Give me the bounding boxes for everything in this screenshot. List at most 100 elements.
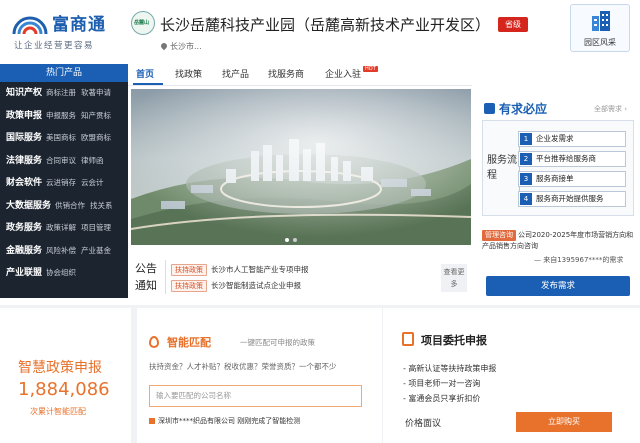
category-sub-link[interactable]: 协会组织 — [46, 268, 76, 277]
request-icon — [484, 103, 495, 114]
location-pin-icon — [159, 41, 169, 51]
category-row[interactable]: 政策申报 申报服务 知产贯标 — [0, 105, 128, 128]
category-sub-link[interactable]: 商标注册 — [46, 88, 76, 97]
category-main[interactable]: 金融服务 — [6, 246, 42, 256]
category-sub-link[interactable]: 软著申请 — [81, 88, 111, 97]
category-main[interactable]: 国际服务 — [6, 133, 42, 143]
logo-text: 富商通 — [52, 15, 106, 35]
nav-enterprise-join[interactable]: 企业入驻 — [325, 67, 361, 80]
category-sub-link[interactable]: 欧盟商标 — [81, 133, 111, 142]
buy-now-button[interactable]: 立即购买 — [516, 412, 612, 432]
flow-step-number: 2 — [520, 153, 532, 165]
category-row[interactable]: 大数据服务 供销合作 找关系 — [0, 195, 128, 218]
site-header: 富商通 让企业经营更容易 岳麓山 长沙岳麓科技产业园（岳麓高新技术产业开发区） … — [0, 0, 640, 62]
park-location: 长沙市... — [159, 41, 202, 52]
notice-item[interactable]: 扶持政策 长沙市人工智能产业专项申报 — [171, 264, 309, 276]
location-text: 长沙市... — [170, 42, 202, 51]
building-icon — [592, 11, 610, 31]
match-ticker: 深圳市****织品有限公司 刚刚完成了智能检测 — [149, 416, 300, 426]
category-main[interactable]: 产业联盟 — [6, 268, 42, 278]
carousel-dot[interactable] — [293, 238, 297, 242]
category-row[interactable]: 知识产权 商标注册 软著申请 — [0, 82, 128, 105]
notice-more-button[interactable]: 查看更多 — [441, 264, 467, 292]
category-sub-link[interactable]: 产业基金 — [81, 246, 111, 255]
flow-step: 1 企业发需求 — [518, 131, 626, 147]
category-sub-link[interactable]: 美国商标 — [46, 133, 76, 142]
service-flow: 服务流程 1 企业发需求 2 平台推荐给服务商 3 服务商接单 4 服务商开始提供服务 — [482, 120, 634, 216]
sidebar-heading: 热门产品 — [0, 64, 128, 82]
category-row[interactable]: 政务服务 政策详解 项目管理 — [0, 217, 128, 240]
smart-match-question: 扶持资金？人才补贴？税收优惠？荣誉资质？一个都不少 — [149, 362, 337, 371]
notice-board: 公告通知 扶持政策 长沙市人工智能产业专项申报 扶持政策 长沙智能制造试点企业申报 … — [131, 256, 471, 298]
category-main[interactable]: 财会软件 — [6, 178, 42, 188]
main-nav: 首页 找政策 找产品 找服务商 企业入驻 HOT — [130, 64, 470, 84]
logo-mark-icon — [12, 16, 48, 35]
category-sub-link[interactable]: 政策详解 — [46, 223, 76, 232]
publish-request-button[interactable]: 发布需求 — [486, 276, 630, 296]
nav-home[interactable]: 首页 — [136, 67, 154, 80]
category-sub-link[interactable]: 知产贯标 — [81, 111, 111, 120]
category-main[interactable]: 大数据服务 — [6, 201, 51, 211]
category-sub-link[interactable]: 风险补偿 — [46, 246, 76, 255]
hero-banner[interactable] — [131, 89, 471, 245]
company-name-input[interactable]: 输入要匹配的公司名称 — [149, 385, 362, 407]
entrust-feature: - 高新认证等扶持政策申报 — [403, 364, 497, 373]
category-row[interactable]: 财会软件 云进销存 云会计 — [0, 172, 128, 195]
carousel-dot-active[interactable] — [285, 238, 289, 242]
smart-match-title: 智能匹配 — [167, 336, 211, 349]
smart-match-tagline: 一键匹配可申报的政策 — [240, 338, 315, 347]
flow-step-number: 1 — [520, 133, 532, 145]
category-sub-link[interactable]: 申报服务 — [46, 111, 76, 120]
category-sub-link[interactable]: 云会计 — [81, 178, 104, 187]
category-main[interactable]: 政务服务 — [6, 223, 42, 233]
category-sidebar: 热门产品 知识产权 商标注册 软著申请 政策申报 申报服务 知产贯标 国际服务 美国商标欧… — [0, 64, 128, 298]
category-sub-link[interactable]: 项目管理 — [81, 223, 111, 232]
flow-step-text: 服务商接单 — [536, 174, 574, 183]
nav-find-policy[interactable]: 找政策 — [175, 67, 202, 80]
notice-tag: 扶持政策 — [171, 264, 207, 276]
logo-slogan: 让企业经营更容易 — [14, 41, 95, 51]
smart-policy-card[interactable]: 智慧政策申报 1,884,086 次累计智能匹配 — [0, 308, 131, 443]
category-sub-link[interactable]: 供销合作 — [55, 201, 85, 210]
ticker-text: 深圳市****织品有限公司 刚刚完成了智能检测 — [158, 417, 301, 425]
notice-text[interactable]: 长沙市人工智能产业专项申报 — [211, 265, 309, 274]
flow-step-text: 企业发需求 — [536, 134, 574, 143]
flow-step-text: 服务商开始提供服务 — [536, 194, 604, 203]
notice-item[interactable]: 扶持政策 长沙智能制造试点企业申报 — [171, 280, 301, 292]
match-count-caption: 次累计智能匹配 — [30, 407, 86, 416]
scenery-label: 园区风采 — [584, 38, 616, 47]
lightbulb-icon — [149, 336, 159, 348]
category-sub-link[interactable]: 找关系 — [90, 201, 113, 210]
category-sub-link[interactable]: 合同审议 — [46, 156, 76, 165]
flow-step: 3 服务商接单 — [518, 171, 626, 187]
entrust-feature: - 项目老师一对一咨询 — [403, 379, 481, 388]
latest-request[interactable]: 管理咨询 公司2020-2025年度市场营销方向和产品销售方向咨询 — [482, 230, 638, 252]
nav-find-provider[interactable]: 找服务商 — [268, 67, 304, 80]
category-main[interactable]: 知识产权 — [6, 88, 42, 98]
request-title-text: 有求必应 — [499, 102, 548, 116]
category-main[interactable]: 政策申报 — [6, 111, 42, 121]
request-source: — 来自1395967****的需求 — [534, 256, 624, 264]
entrust-card: 项目委托申报 - 高新认证等扶持政策申报 - 项目老师一对一咨询 - 富通会员只… — [383, 308, 640, 443]
park-aerial-image — [131, 89, 471, 245]
nav-divider — [128, 85, 472, 86]
category-row[interactable]: 国际服务 美国商标 欧盟商标 — [0, 127, 128, 150]
flow-step-number: 3 — [520, 173, 532, 185]
document-icon — [402, 332, 414, 346]
nav-find-product[interactable]: 找产品 — [222, 67, 249, 80]
category-row[interactable]: 法律服务 合同审议 律师函 — [0, 150, 128, 173]
bottom-services: 智慧政策申报 1,884,086 次累计智能匹配 智能匹配 一键匹配可申报的政策… — [0, 305, 640, 443]
all-requests-link[interactable]: 全部需求 › — [594, 104, 627, 114]
category-row[interactable]: 金融服务 风险补偿 产业基金 — [0, 240, 128, 263]
notice-divider — [165, 260, 166, 294]
category-sub-link[interactable]: 云进销存 — [46, 178, 76, 187]
category-main[interactable]: 法律服务 — [6, 156, 42, 166]
notice-title: 公告通知 — [135, 262, 157, 292]
flow-step: 4 服务商开始提供服务 — [518, 191, 626, 207]
site-logo[interactable]: 富商通 让企业经营更容易 — [12, 6, 122, 52]
park-title: 长沙岳麓科技产业园（岳麓高新技术产业开发区） — [160, 16, 491, 34]
notice-text[interactable]: 长沙智能制造试点企业申报 — [211, 281, 301, 290]
park-scenery-button[interactable]: 园区风采 — [570, 4, 630, 52]
category-sub-link[interactable]: 律师函 — [81, 156, 104, 165]
category-row[interactable]: 产业联盟 协会组织 — [0, 262, 128, 285]
